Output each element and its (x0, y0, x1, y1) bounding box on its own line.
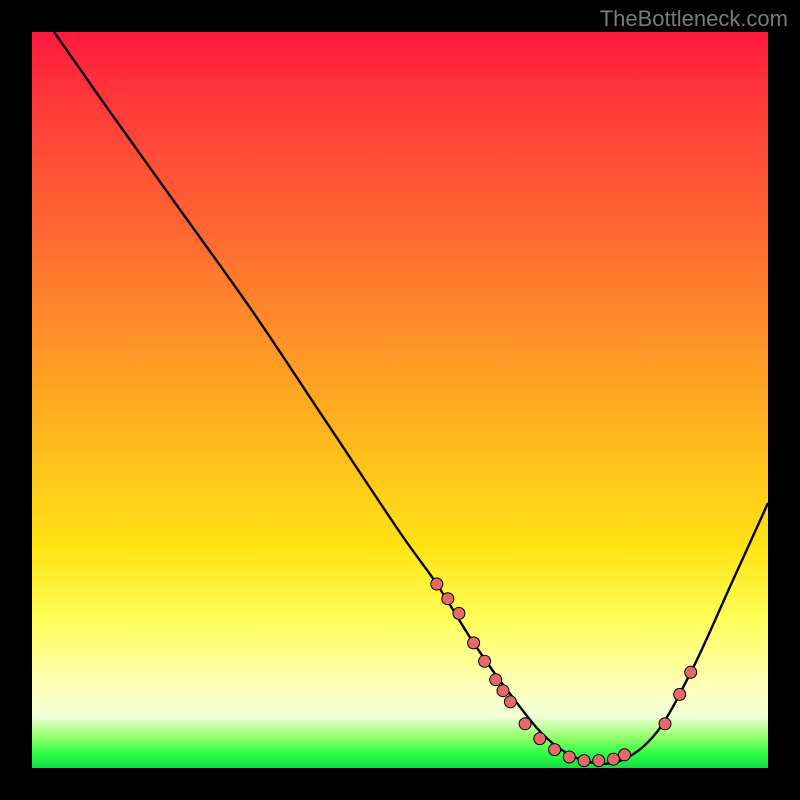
plot-area (32, 32, 768, 768)
curve-marker (490, 674, 502, 686)
curve-marker (431, 578, 443, 590)
curve-markers (431, 578, 697, 767)
curve-marker (593, 755, 605, 767)
curve-marker (674, 688, 686, 700)
curve-marker (453, 607, 465, 619)
curve-marker (578, 755, 590, 767)
curve-marker (563, 751, 575, 763)
bottleneck-curve (54, 32, 768, 764)
curve-marker (442, 593, 454, 605)
watermark-text: TheBottleneck.com (600, 6, 788, 32)
curve-marker (619, 749, 631, 761)
curve-marker (549, 744, 561, 756)
curve-marker (504, 696, 516, 708)
chart-container: TheBottleneck.com (0, 0, 800, 800)
curve-marker (468, 637, 480, 649)
curve-marker (607, 753, 619, 765)
curve-marker (519, 718, 531, 730)
curve-marker (659, 718, 671, 730)
curve-marker (497, 685, 509, 697)
curve-marker (685, 666, 697, 678)
curve-marker (479, 655, 491, 667)
chart-svg (32, 32, 768, 768)
curve-marker (534, 733, 546, 745)
